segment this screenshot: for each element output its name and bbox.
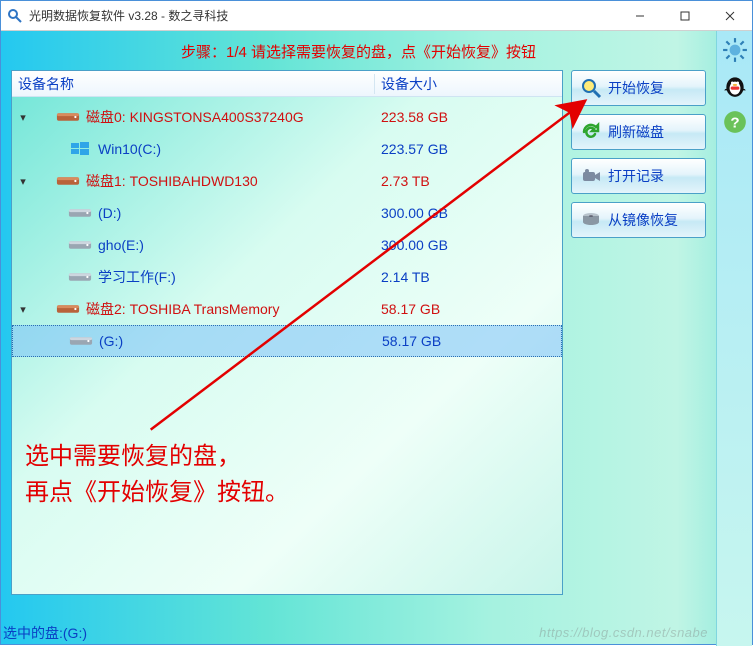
partition-size: 58.17 GB: [376, 333, 561, 349]
partition-row[interactable]: 学习工作(F:) 2.14 TB: [12, 261, 562, 293]
disk-label: 磁盘0: KINGSTONSA400S37240G: [86, 107, 304, 127]
minimize-button[interactable]: [617, 1, 662, 30]
partition-row[interactable]: Win10(C:) 223.57 GB: [12, 133, 562, 165]
disk-image-icon: [580, 209, 602, 231]
right-shortcut-bar: ?: [716, 31, 752, 646]
drive-icon: [68, 205, 92, 221]
partition-label: 学习工作(F:): [98, 267, 176, 287]
partition-row[interactable]: (D:) 300.00 GB: [12, 197, 562, 229]
disk-row[interactable]: ▾ 磁盘0: KINGSTONSA400S37240G 223.58 GB: [12, 101, 562, 133]
watermark: https://blog.csdn.net/snabe: [539, 625, 708, 640]
disk-row[interactable]: ▾ 磁盘1: TOSHIBAHDWD130 2.73 TB: [12, 165, 562, 197]
refresh-disk-label: 刷新磁盘: [608, 122, 664, 142]
gear-icon[interactable]: [722, 37, 748, 63]
chevron-down-icon[interactable]: ▾: [16, 111, 30, 124]
disk-label: 磁盘2: TOSHIBA TransMemory: [86, 299, 279, 319]
close-button[interactable]: [707, 1, 752, 30]
chevron-down-icon[interactable]: ▾: [16, 175, 30, 188]
partition-row[interactable]: gho(E:) 300.00 GB: [12, 229, 562, 261]
main-row: 设备名称 设备大小 ▾ 磁盘0: KINGSTONSA400S37240G 223.…: [1, 70, 716, 595]
chevron-down-icon[interactable]: ▾: [16, 303, 30, 316]
start-recovery-label: 开始恢复: [608, 78, 664, 98]
hard-disk-icon: [56, 173, 80, 189]
device-tree-panel: 设备名称 设备大小 ▾ 磁盘0: KINGSTONSA400S37240G 223.…: [11, 70, 563, 595]
hard-disk-icon: [56, 109, 80, 125]
status-bar: 选中的盘:(G:): [1, 623, 87, 643]
app-window: 光明数据恢复软件 v3.28 - 数之寻科技 ? 步骤：1/4 请选择需要恢复的…: [0, 0, 753, 645]
disk-size: 2.73 TB: [375, 173, 562, 189]
search-icon: [580, 77, 602, 99]
disk-size: 223.58 GB: [375, 109, 562, 125]
help-icon[interactable]: ?: [722, 109, 748, 135]
partition-size: 300.00 GB: [375, 205, 562, 221]
drive-icon: [68, 237, 92, 253]
tree-header: 设备名称 设备大小: [12, 71, 562, 97]
disk-size: 58.17 GB: [375, 301, 562, 317]
qq-penguin-icon[interactable]: [722, 73, 748, 99]
titlebar: 光明数据恢复软件 v3.28 - 数之寻科技: [1, 1, 752, 31]
step-instruction: 步骤：1/4 请选择需要恢复的盘，点《开始恢复》按钮: [1, 31, 716, 70]
recover-from-image-label: 从镜像恢复: [608, 210, 678, 230]
app-icon: [7, 8, 23, 24]
action-buttons: 开始恢复 刷新磁盘 打开记录: [571, 70, 706, 595]
column-header-size[interactable]: 设备大小: [375, 74, 562, 94]
partition-size: 223.57 GB: [375, 141, 562, 157]
refresh-icon: [580, 121, 602, 143]
drive-icon: [69, 333, 93, 349]
client-area: 步骤：1/4 请选择需要恢复的盘，点《开始恢复》按钮 设备名称 设备大小 ▾ 磁盘…: [1, 31, 716, 644]
open-log-label: 打开记录: [608, 166, 664, 186]
partition-row[interactable]: (G:) 58.17 GB: [12, 325, 562, 357]
partition-label: Win10(C:): [98, 141, 161, 157]
partition-size: 2.14 TB: [375, 269, 562, 285]
partition-label: (D:): [98, 205, 121, 221]
partition-label: (G:): [99, 333, 123, 349]
partition-label: gho(E:): [98, 237, 144, 253]
disk-row[interactable]: ▾ 磁盘2: TOSHIBA TransMemory 58.17 GB: [12, 293, 562, 325]
tree-body[interactable]: ▾ 磁盘0: KINGSTONSA400S37240G 223.58 GB Win10…: [12, 97, 562, 357]
column-header-name[interactable]: 设备名称: [12, 74, 375, 94]
recover-from-image-button[interactable]: 从镜像恢复: [571, 202, 706, 238]
disk-label: 磁盘1: TOSHIBAHDWD130: [86, 171, 258, 191]
camera-icon: [580, 165, 602, 187]
drive-icon: [68, 269, 92, 285]
partition-size: 300.00 GB: [375, 237, 562, 253]
svg-text:?: ?: [730, 114, 739, 131]
windows-logo-icon: [68, 141, 92, 157]
refresh-disk-button[interactable]: 刷新磁盘: [571, 114, 706, 150]
maximize-button[interactable]: [662, 1, 707, 30]
window-controls: [617, 1, 752, 30]
hard-disk-icon: [56, 301, 80, 317]
window-title: 光明数据恢复软件 v3.28 - 数之寻科技: [29, 7, 617, 24]
start-recovery-button[interactable]: 开始恢复: [571, 70, 706, 106]
open-log-button[interactable]: 打开记录: [571, 158, 706, 194]
